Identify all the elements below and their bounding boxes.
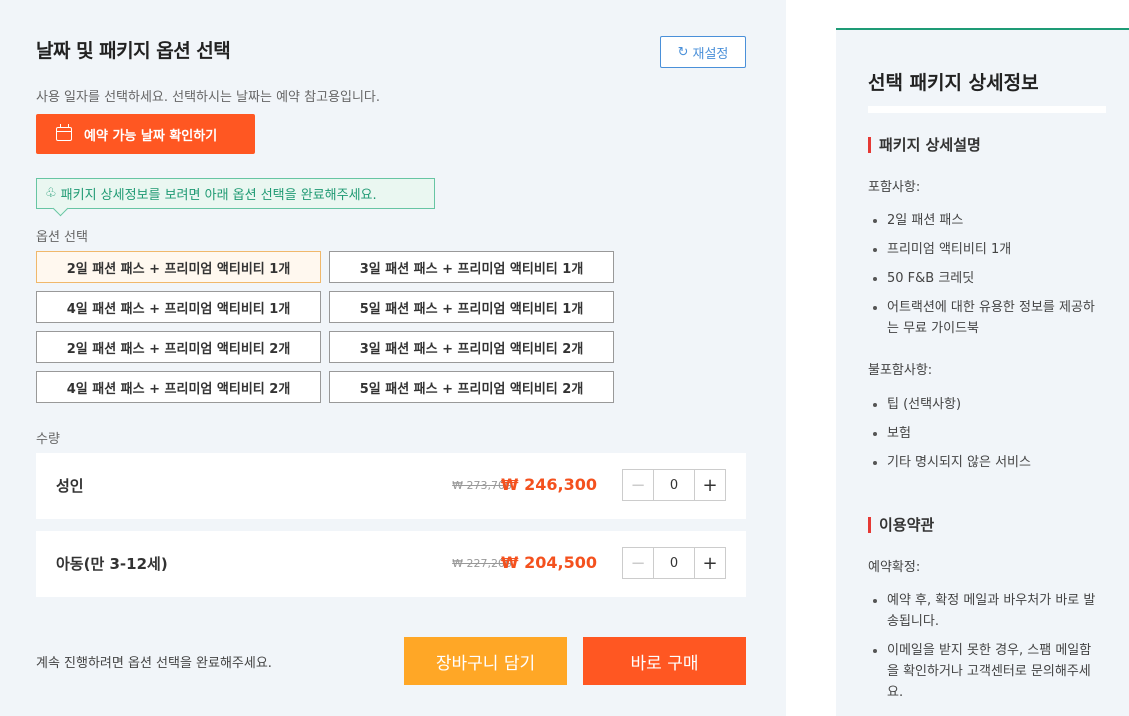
list-item: 이메일을 받지 못한 경우, 스팸 메일함을 확인하거나 고객센터로 문의해주세… [868, 640, 1100, 703]
increment-button[interactable]: + [694, 470, 725, 500]
calendar-icon [56, 124, 72, 141]
sale-price: ₩ 246,300 [500, 475, 597, 494]
list-item: 예약 후, 확정 메일과 바우처가 바로 발송됩니다. [868, 590, 1100, 632]
section-title: 패키지 상세설명 [879, 136, 981, 154]
reset-button[interactable]: ↻ 재설정 [660, 36, 746, 68]
quantity-value[interactable]: 0 [654, 548, 694, 578]
ticket-type-name: 성인 [56, 477, 84, 495]
booking-panel: 날짜 및 패키지 옵션 선택 ↻ 재설정 사용 일자를 선택하세요. 선택하시는… [0, 0, 786, 716]
page-title: 날짜 및 패키지 옵션 선택 [36, 40, 231, 62]
list-item: 팁 (선택사항) [868, 394, 1100, 415]
option-5day-1activity[interactable]: 5일 패션 패스 + 프리미엄 액티비티 1개 [329, 291, 614, 323]
section-title: 이용약관 [879, 516, 935, 534]
details-title: 선택 패키지 상세정보 [868, 72, 1039, 94]
list-item: 어트랙션에 대한 유용한 정보를 제공하는 무료 가이드북 [868, 297, 1100, 339]
option-5day-2activity[interactable]: 5일 패션 패스 + 프리미엄 액티비티 2개 [329, 371, 614, 403]
option-3day-2activity[interactable]: 3일 패션 패스 + 프리미엄 액티비티 2개 [329, 331, 614, 363]
refresh-icon: ↻ [677, 44, 689, 60]
list-item: 기타 명시되지 않은 서비스 [868, 452, 1100, 473]
footer-message: 계속 진행하려면 옵션 선택을 완료해주세요. [36, 656, 272, 671]
section-marker [868, 136, 871, 153]
list-item: 50 F&B 크레딧 [868, 268, 1100, 289]
date-instruction: 사용 일자를 선택하세요. 선택하시는 날짜는 예약 참고용입니다. [36, 90, 381, 105]
list-item: 프리미엄 액티비티 1개 [868, 239, 1100, 260]
confirm-label: 예약확정: [868, 560, 921, 575]
reset-label: 재설정 [692, 46, 729, 62]
package-hint-tooltip: ♧ 패키지 상세정보를 보려면 아래 옵션 선택을 완료해주세요. [36, 178, 435, 209]
title-divider [868, 106, 1106, 113]
package-details-panel: 선택 패키지 상세정보 패키지 상세설명 포함사항: 2일 패션 패스 프리미엄… [836, 28, 1129, 716]
terms-heading: 이용약관 [868, 514, 934, 535]
option-3day-1activity[interactable]: 3일 패션 패스 + 프리미엄 액티비티 1개 [329, 251, 614, 283]
add-to-cart-button[interactable]: 장바구니 담기 [404, 637, 567, 685]
excludes-label: 불포함사항: [868, 363, 933, 378]
hint-text: 패키지 상세정보를 보려면 아래 옵션 선택을 완료해주세요. [60, 188, 377, 203]
list-item: 보험 [868, 423, 1100, 444]
excludes-list: 팁 (선택사항) 보험 기타 명시되지 않은 서비스 [868, 394, 1100, 481]
includes-list: 2일 패션 패스 프리미엄 액티비티 1개 50 F&B 크레딧 어트랙션에 대… [868, 210, 1100, 347]
confirm-list: 예약 후, 확정 메일과 바우처가 바로 발송됩니다. 이메일을 받지 못한 경… [868, 590, 1100, 711]
sale-price: ₩ 204,500 [500, 553, 597, 572]
increment-button[interactable]: + [694, 548, 725, 578]
includes-label: 포함사항: [868, 180, 921, 195]
check-available-dates-button[interactable]: 예약 가능 날짜 확인하기 [36, 114, 255, 154]
option-2day-2activity[interactable]: 2일 패션 패스 + 프리미엄 액티비티 2개 [36, 331, 321, 363]
ticket-type-name: 아동(만 3-12세) [56, 555, 168, 573]
option-2day-1activity[interactable]: 2일 패션 패스 + 프리미엄 액티비티 1개 [36, 251, 321, 283]
quantity-stepper: − 0 + [622, 469, 726, 501]
section-marker [868, 516, 871, 533]
quantity-row-adult: 성인 ₩ 273,700 ₩ 246,300 − 0 + [36, 453, 746, 519]
package-description-heading: 패키지 상세설명 [868, 134, 981, 155]
quantity-value[interactable]: 0 [654, 470, 694, 500]
option-4day-2activity[interactable]: 4일 패션 패스 + 프리미엄 액티비티 2개 [36, 371, 321, 403]
decrement-button[interactable]: − [623, 470, 654, 500]
buy-now-button[interactable]: 바로 구매 [583, 637, 746, 685]
quantity-row-child: 아동(만 3-12세) ₩ 227,200 ₩ 204,500 − 0 + [36, 531, 746, 597]
quantity-label: 수량 [36, 432, 60, 447]
check-dates-label: 예약 가능 날짜 확인하기 [84, 128, 218, 144]
lightbulb-icon: ♧ [45, 186, 57, 201]
decrement-button[interactable]: − [623, 548, 654, 578]
option-4day-1activity[interactable]: 4일 패션 패스 + 프리미엄 액티비티 1개 [36, 291, 321, 323]
quantity-stepper: − 0 + [622, 547, 726, 579]
list-item: 2일 패션 패스 [868, 210, 1100, 231]
options-label: 옵션 선택 [36, 230, 88, 245]
